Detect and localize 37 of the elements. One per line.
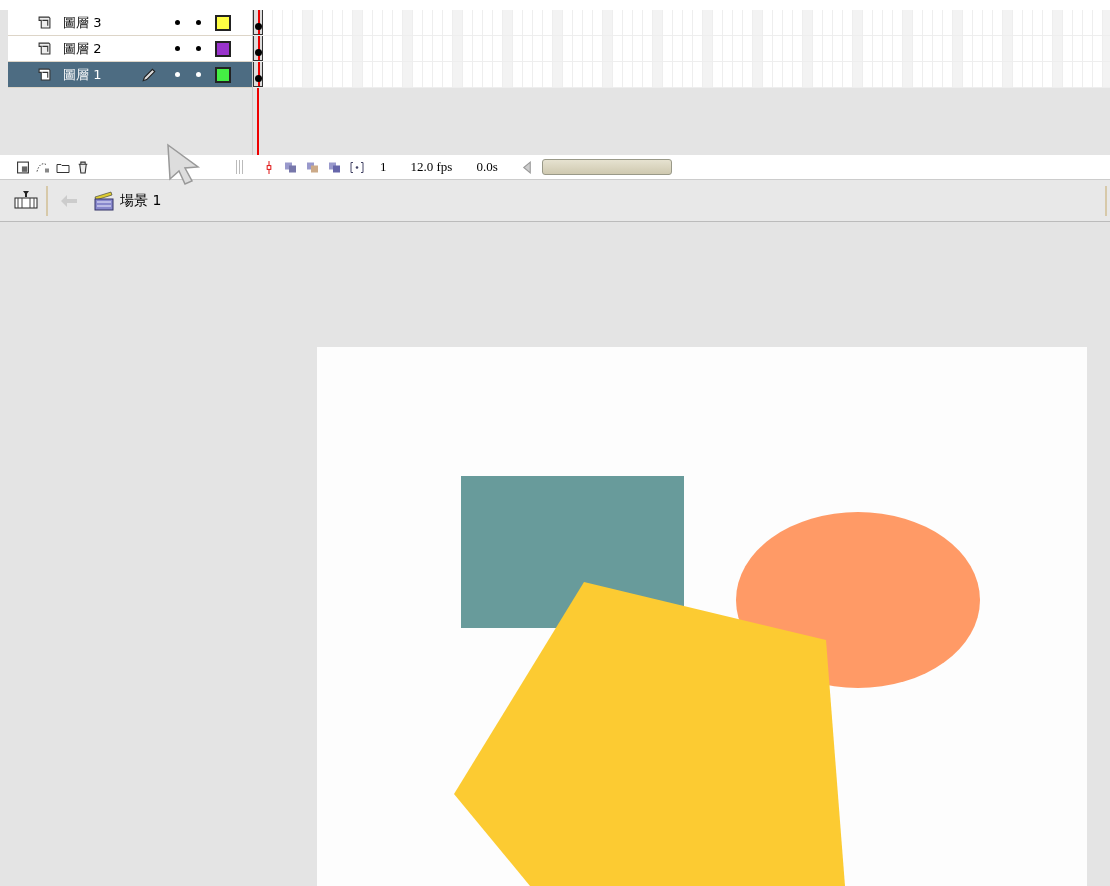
layer-icon: [38, 16, 51, 29]
outline-color-swatch[interactable]: [215, 14, 231, 31]
current-frame: 1: [380, 159, 387, 175]
visibility-dot[interactable]: [175, 72, 180, 77]
lock-dot[interactable]: [196, 46, 201, 51]
lock-dot[interactable]: [196, 20, 201, 25]
center-frame-icon[interactable]: [284, 160, 298, 174]
layer-name: 圖層 1: [63, 65, 103, 84]
trash-icon[interactable]: [76, 160, 90, 174]
edit-frames-icon[interactable]: [350, 160, 364, 174]
clapperboard-icon[interactable]: [92, 189, 116, 212]
outline-color-swatch[interactable]: [215, 66, 231, 83]
motion-guide-icon[interactable]: [36, 160, 50, 174]
layer-row[interactable]: 圖層 3: [8, 10, 252, 36]
onion-skin-icon[interactable]: [306, 160, 320, 174]
layer-name: 圖層 3: [63, 13, 103, 32]
keyframe-cell[interactable]: [253, 10, 263, 35]
scene-name[interactable]: 場景 1: [120, 191, 162, 210]
scroll-thumb[interactable]: [541, 159, 672, 175]
insert-layer-icon[interactable]: [16, 160, 30, 174]
pentagon-shape[interactable]: [454, 582, 845, 886]
timeline-toggle-icon[interactable]: [14, 189, 38, 212]
frame-rate: 12.0 fps: [410, 159, 453, 175]
visibility-dot[interactable]: [175, 46, 180, 51]
keyframe-cell[interactable]: [253, 62, 263, 87]
visibility-dot[interactable]: [175, 20, 180, 25]
outline-color-swatch[interactable]: [215, 40, 231, 57]
layer-name: 圖層 2: [63, 39, 103, 58]
onion-outline-icon[interactable]: [328, 160, 342, 174]
lock-dot[interactable]: [196, 72, 201, 77]
keyframe-cell[interactable]: [253, 36, 263, 61]
layer-row[interactable]: 圖層 1: [8, 62, 252, 88]
pencil-icon: [141, 66, 157, 83]
layer-row[interactable]: 圖層 2: [8, 36, 252, 62]
layer-icon: [38, 68, 51, 81]
elapsed-time: 0.0s: [476, 159, 498, 175]
layer-icon: [38, 42, 51, 55]
